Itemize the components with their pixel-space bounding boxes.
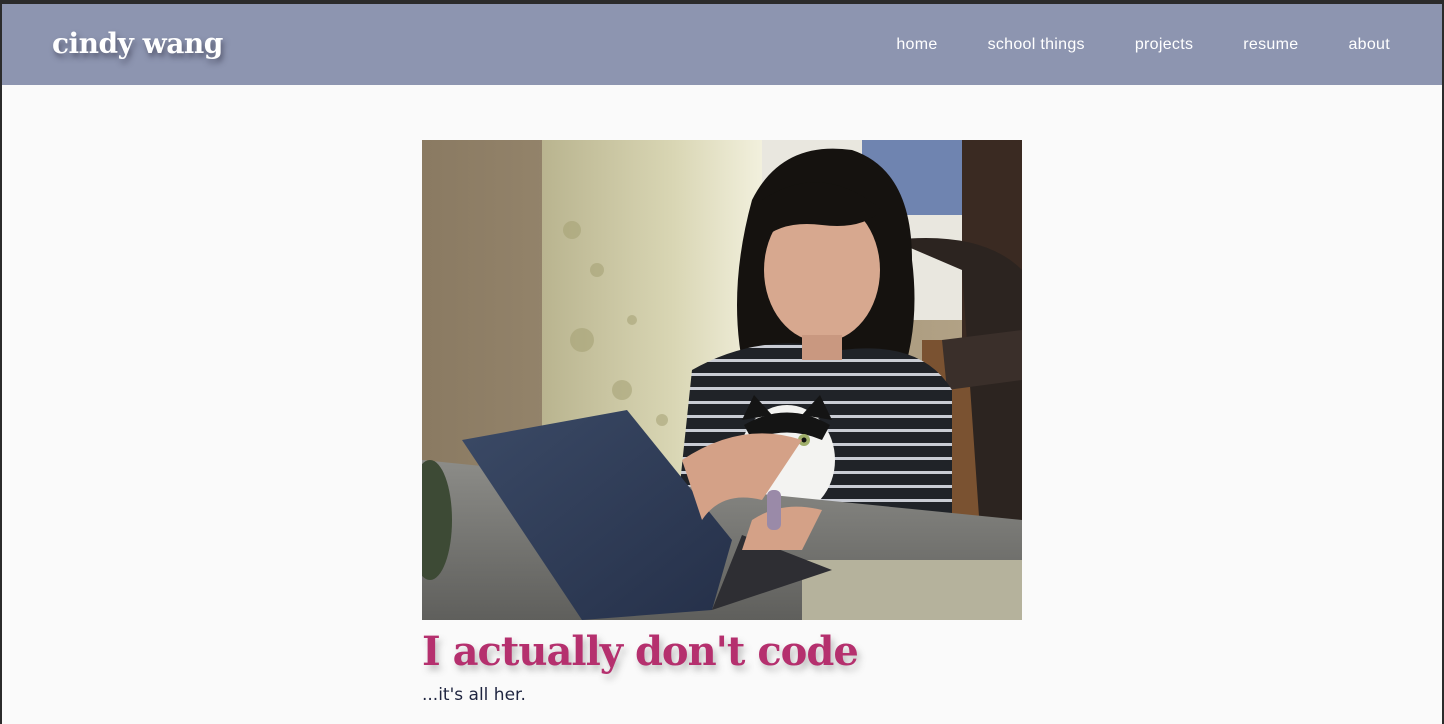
site-brand[interactable]: cindy wang: [52, 24, 223, 64]
about-photo: [422, 140, 1022, 620]
photo-illustration: [422, 140, 1022, 620]
about-headline: I actually don't code: [422, 628, 859, 675]
about-caption: ...it's all her.: [422, 685, 526, 705]
site-header: cindy wang home school things projects r…: [2, 4, 1442, 85]
nav-school-things[interactable]: school things: [988, 35, 1085, 55]
nav-projects[interactable]: projects: [1135, 35, 1193, 55]
nav-resume[interactable]: resume: [1243, 35, 1298, 55]
main-nav: home school things projects resume about: [896, 35, 1390, 55]
nav-home[interactable]: home: [896, 35, 937, 55]
nav-about[interactable]: about: [1348, 35, 1390, 55]
page: cindy wang home school things projects r…: [2, 4, 1442, 724]
